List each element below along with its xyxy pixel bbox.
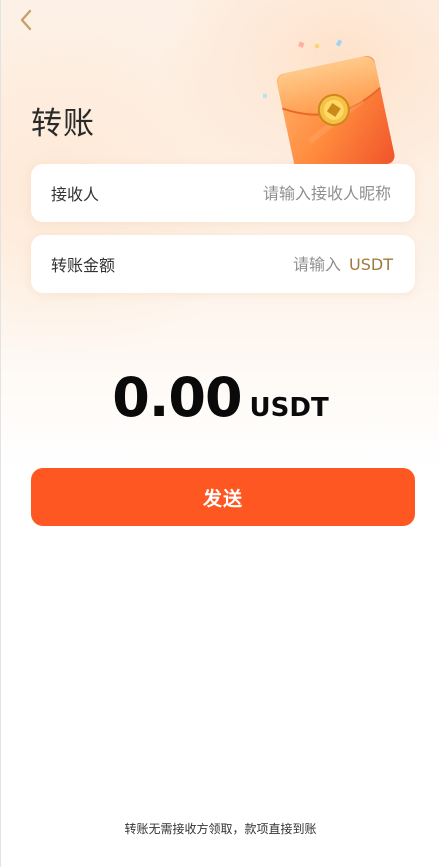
amount-input[interactable] [239, 253, 344, 275]
amount-row: 转账金额 USDT [31, 235, 415, 293]
red-envelope-illustration [263, 39, 395, 166]
footer-note: 转账无需接收方领取，款项直接到账 [124, 822, 317, 836]
recipient-row: 接收人 [31, 164, 415, 222]
amount-label: 转账金额 [51, 256, 116, 275]
page-title: 转账 [31, 106, 95, 142]
recipient-input[interactable] [209, 182, 393, 204]
amount-total: 0.00 [112, 366, 242, 429]
amount-field-group: USDT [239, 253, 393, 275]
amount-summary: 0.00 USDT [1, 366, 439, 429]
back-button[interactable] [15, 6, 39, 34]
send-button[interactable]: 发送 [31, 468, 415, 526]
amount-total-unit: USDT [249, 393, 329, 423]
recipient-label: 接收人 [51, 185, 100, 204]
chevron-left-icon [20, 9, 32, 31]
amount-unit-label: USDT [349, 254, 393, 274]
